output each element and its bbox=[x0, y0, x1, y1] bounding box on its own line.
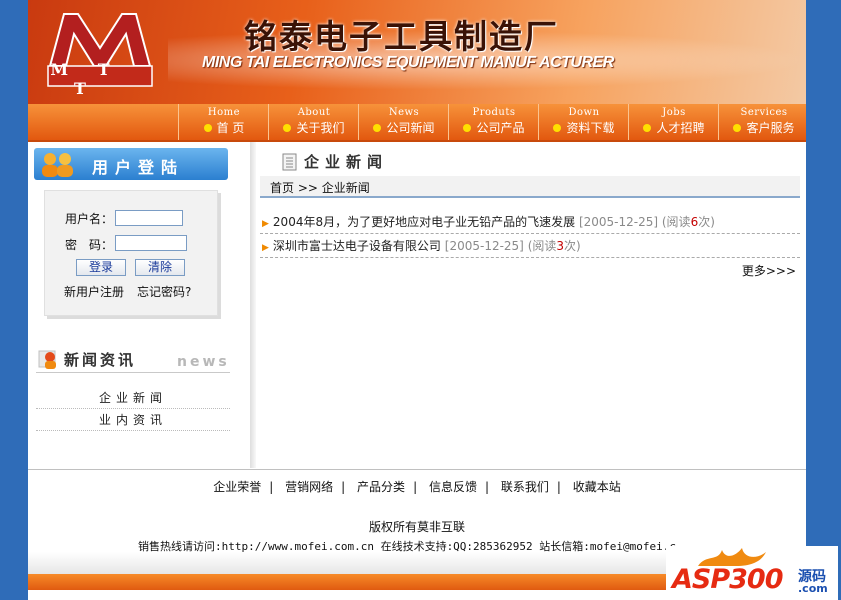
login-button[interactable]: 登录 bbox=[76, 259, 126, 276]
nav-home[interactable]: Home 首 页 bbox=[178, 104, 269, 140]
watermark-text: ASP300 bbox=[672, 564, 783, 595]
bullet-dot-icon bbox=[733, 124, 742, 132]
nav-label-en: Services bbox=[740, 107, 788, 118]
more-link[interactable]: 更多>>> bbox=[742, 262, 796, 279]
news-date: [2005-12-25] bbox=[444, 239, 524, 253]
nav-label-cn: 首 页 bbox=[216, 121, 245, 135]
nav-label-cn: 公司新闻 bbox=[386, 121, 435, 135]
arrow-bullet-icon: ▶ bbox=[262, 219, 269, 229]
footer-link-categories[interactable]: 产品分类 bbox=[357, 480, 405, 494]
page: M T T 铭泰电子工具制造厂 MING TAI ELECTRONICS EQU… bbox=[28, 0, 806, 600]
nav-jobs[interactable]: Jobs 人才招聘 bbox=[628, 104, 719, 140]
nav-label-en: Home bbox=[207, 107, 241, 118]
page-title: 企业新闻 bbox=[304, 153, 389, 171]
news-date: [2005-12-25] bbox=[578, 215, 659, 229]
nav-about[interactable]: About 关于我们 bbox=[268, 104, 359, 140]
nav-label-en: Down bbox=[568, 107, 600, 118]
password-input[interactable] bbox=[115, 235, 187, 251]
footer-link-bookmark[interactable]: 收藏本站 bbox=[573, 480, 621, 494]
bullet-dot-icon bbox=[283, 124, 292, 132]
nav-label-cn: 客户服务 bbox=[746, 121, 795, 135]
bullet-dot-icon bbox=[463, 124, 472, 132]
nav-services[interactable]: Services 客户服务 bbox=[718, 104, 806, 140]
nav-label-cn: 资料下载 bbox=[566, 121, 615, 135]
footer-link-feedback[interactable]: 信息反馈 bbox=[429, 480, 477, 494]
footer-link-network[interactable]: 营销网络 bbox=[285, 480, 333, 494]
news-item[interactable]: ▶ 深圳市富士达电子设备有限公司 [2005-12-25] (阅读3次) bbox=[260, 235, 800, 258]
company-title-en: MING TAI ELECTRONICS EQUIPMENT MANUF ACT… bbox=[202, 54, 614, 71]
login-form: 用户名： 密 码： 登录 清除 新用户注册 忘记密码? bbox=[44, 190, 218, 316]
password-label: 密 码： bbox=[65, 238, 114, 252]
register-link[interactable]: 新用户注册 bbox=[64, 283, 124, 300]
news-title: 深圳市富士达电子设备有限公司 bbox=[272, 239, 441, 253]
news-reads-prefix: (阅读 bbox=[527, 239, 557, 253]
nav-label-cn: 公司产品 bbox=[476, 121, 525, 135]
nav-label-en: About bbox=[297, 107, 331, 118]
clear-button[interactable]: 清除 bbox=[135, 259, 185, 276]
forgot-password-link[interactable]: 忘记密码? bbox=[137, 283, 191, 300]
side-link-industry-news[interactable]: 业内资讯 bbox=[36, 410, 230, 431]
bullet-dot-icon bbox=[643, 124, 652, 132]
asp300-watermark: ASP300 源码 .com bbox=[666, 546, 838, 600]
document-icon bbox=[282, 153, 297, 171]
username-input[interactable] bbox=[115, 210, 183, 226]
footer-divider bbox=[28, 469, 806, 470]
users-icon bbox=[42, 153, 73, 177]
breadcrumb-text: 首页 >> 企业新闻 bbox=[270, 181, 370, 195]
username-label: 用户名： bbox=[65, 212, 114, 226]
news-person-icon bbox=[38, 350, 56, 369]
contact-info: 销售热线请访问:http://www.mofei.com.cn 在线技术支持:Q… bbox=[138, 540, 676, 553]
nav-products[interactable]: Produts 公司产品 bbox=[448, 104, 539, 140]
left-sidebar: 用户登陆 用户名： 密 码： 登录 清除 新用户注册 忘记密码? 新闻资讯 ne… bbox=[28, 142, 250, 468]
news-reads-suffix: 次) bbox=[564, 239, 581, 253]
footer-nav: 企业荣誉 | 营销网络 | 产品分类 | 信息反馈 | 联系我们 | 收藏本站 bbox=[213, 480, 621, 494]
logo-text: M T T bbox=[50, 60, 122, 98]
bullet-dot-icon bbox=[373, 124, 382, 132]
nav-label-cn: 关于我们 bbox=[296, 121, 345, 135]
footer-link-contact[interactable]: 联系我们 bbox=[501, 480, 549, 494]
nav-download[interactable]: Down 资料下载 bbox=[538, 104, 629, 140]
side-link-company-news[interactable]: 企业新闻 bbox=[36, 388, 230, 409]
login-header: 用户登陆 bbox=[34, 148, 228, 180]
news-title: 2004年8月，为了更好地应对电子业无铅产品的飞速发展 bbox=[272, 215, 576, 229]
news-reads-prefix: (阅读 bbox=[661, 215, 691, 229]
main-nav: Home 首 页 About 关于我们 News 公司新闻 Produts 公司… bbox=[28, 104, 806, 142]
news-reads-suffix: 次) bbox=[698, 215, 715, 229]
nav-label-cn: 人才招聘 bbox=[656, 121, 705, 135]
nav-news[interactable]: News 公司新闻 bbox=[358, 104, 449, 140]
nav-label-en: Jobs bbox=[662, 107, 686, 118]
watermark-domain: .com bbox=[798, 582, 828, 595]
side-news-header: 新闻资讯 news bbox=[36, 348, 230, 373]
footer-link-honors[interactable]: 企业荣誉 bbox=[213, 480, 261, 494]
login-title: 用户登陆 bbox=[92, 158, 185, 177]
header-banner: M T T 铭泰电子工具制造厂 MING TAI ELECTRONICS EQU… bbox=[28, 0, 806, 104]
side-news-title: 新闻资讯 bbox=[64, 351, 137, 369]
arrow-bullet-icon: ▶ bbox=[262, 243, 269, 253]
copyright-text: 版权所有莫非互联 bbox=[368, 520, 465, 534]
news-read-count: 3 bbox=[556, 239, 565, 253]
column-divider bbox=[250, 142, 256, 468]
main-content: 企业新闻 首页 >> 企业新闻 ▶ 2004年8月，为了更好地应对电子业无铅产品的… bbox=[260, 142, 802, 468]
bullet-dot-icon bbox=[553, 124, 562, 132]
nav-label-en: Produts bbox=[472, 107, 516, 118]
company-title-cn: 铭泰电子工具制造厂 bbox=[244, 17, 559, 56]
side-news-title-en: news bbox=[177, 354, 230, 370]
bullet-dot-icon bbox=[203, 124, 212, 132]
news-item[interactable]: ▶ 2004年8月，为了更好地应对电子业无铅产品的飞速发展 [2005-12-25… bbox=[260, 211, 800, 234]
nav-label-en: News bbox=[388, 107, 420, 118]
breadcrumb: 首页 >> 企业新闻 bbox=[260, 176, 800, 198]
